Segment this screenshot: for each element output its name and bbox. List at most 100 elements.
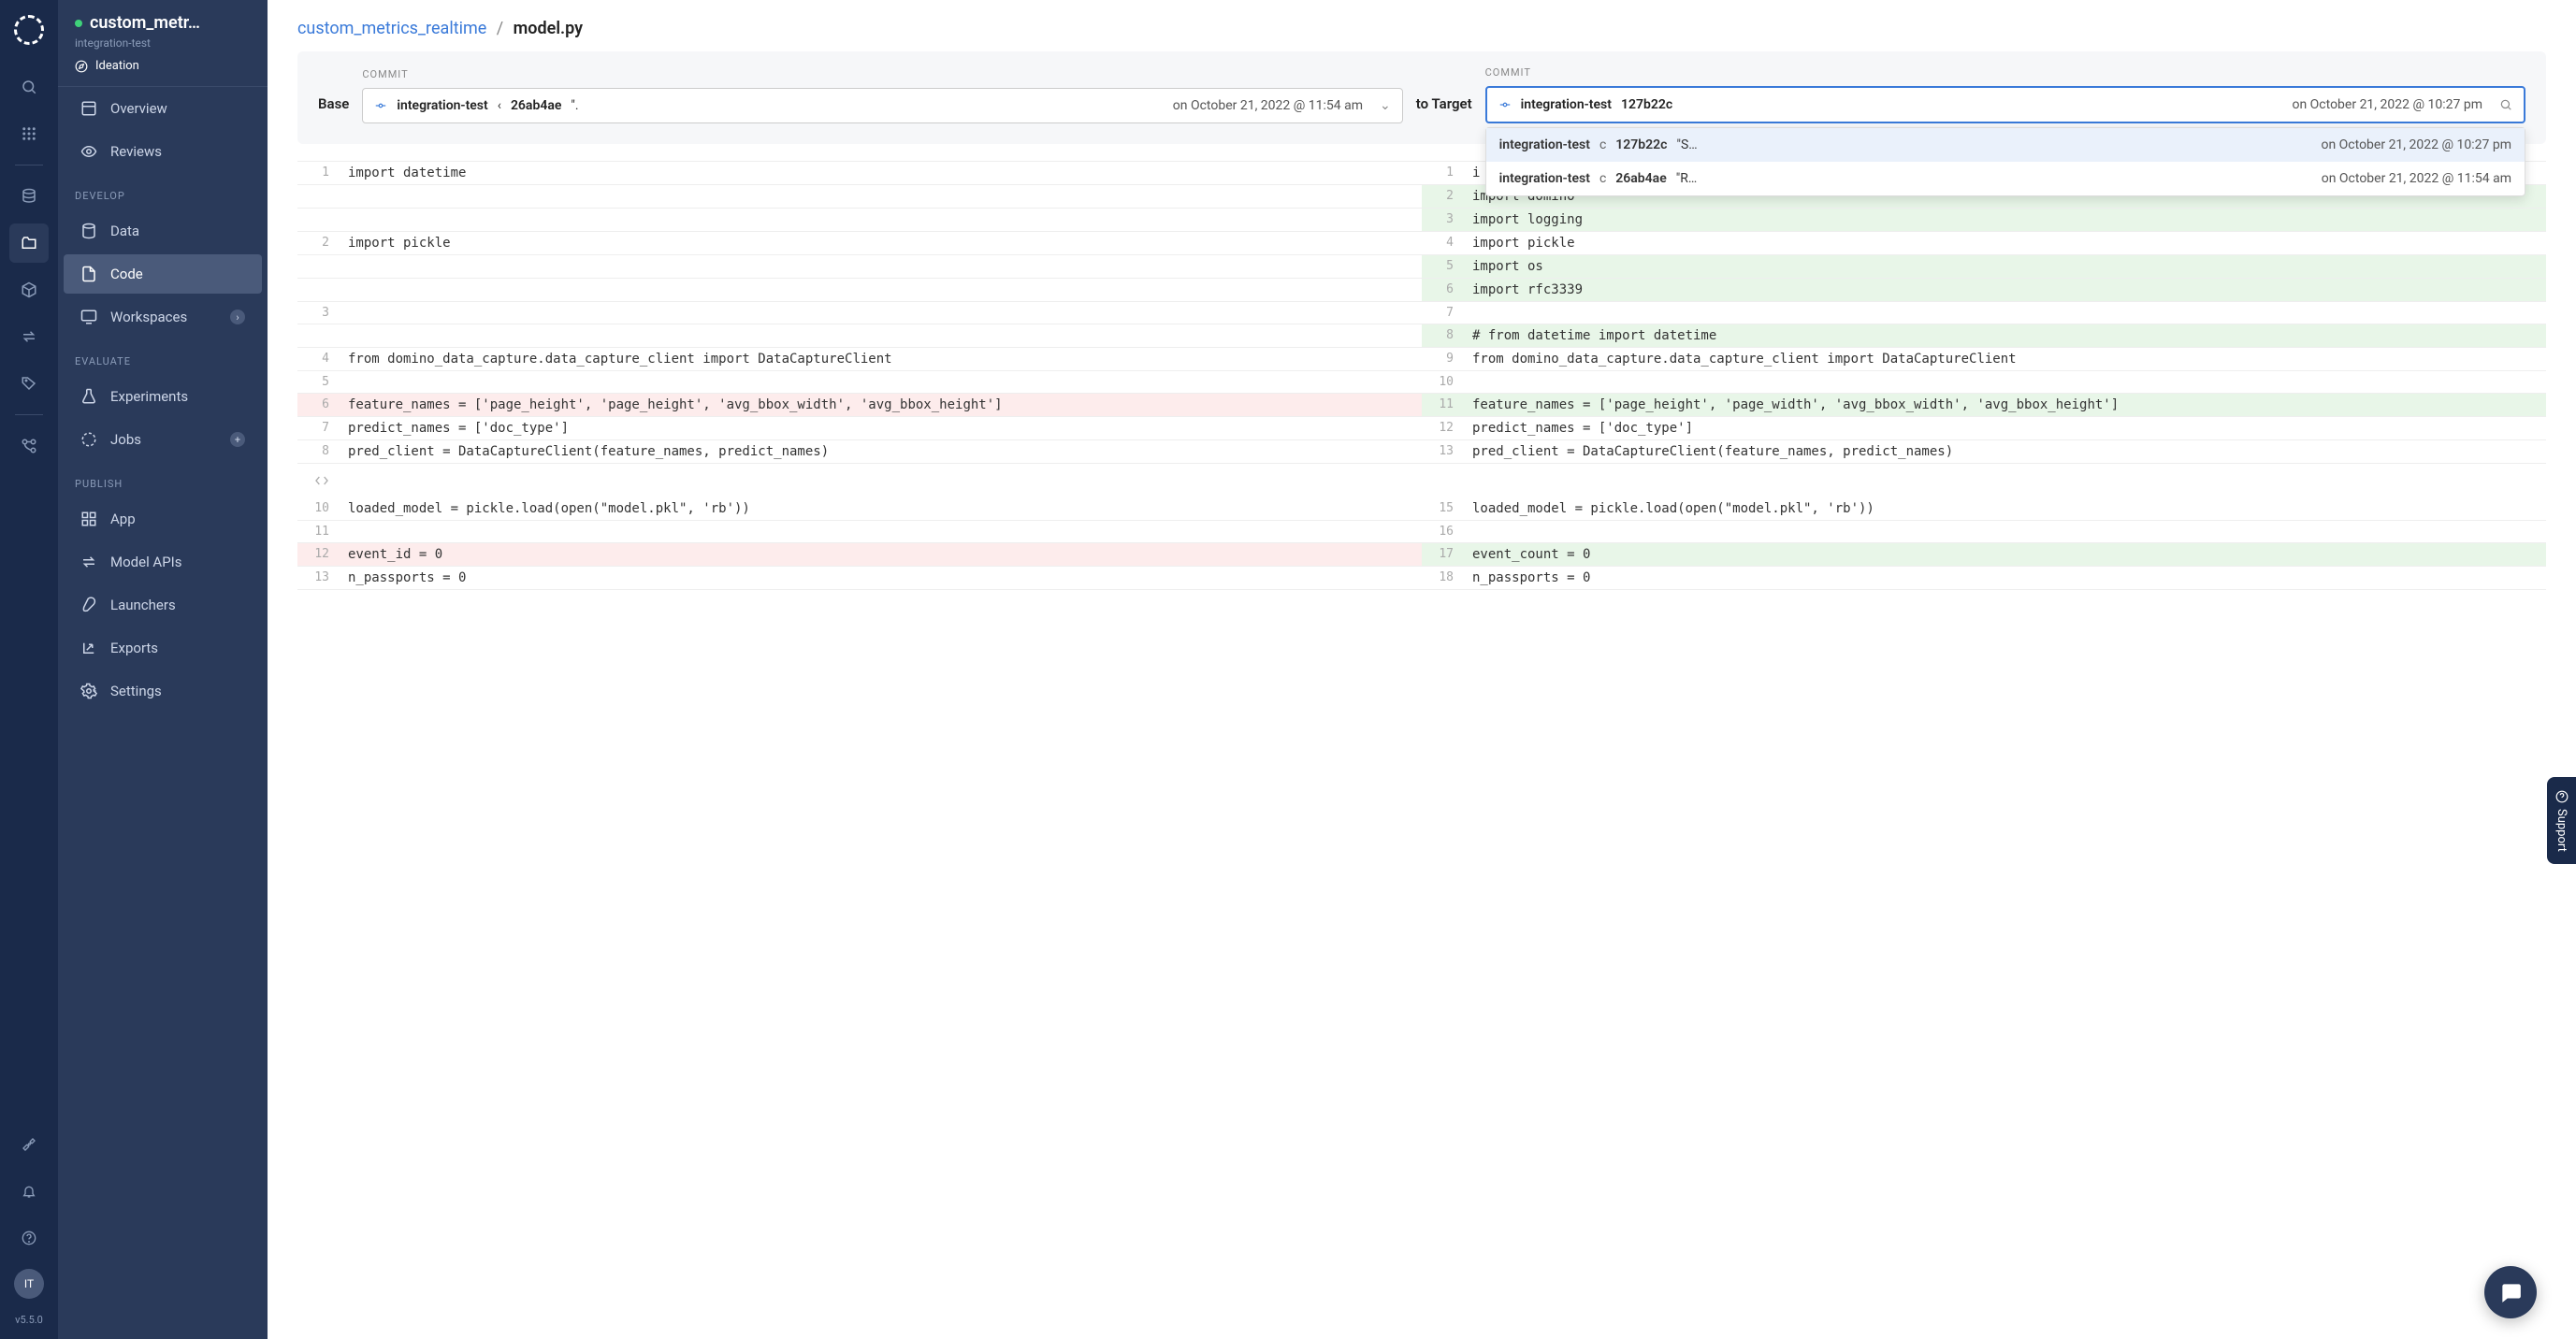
sidebar-item-code[interactable]: Code [64,254,262,294]
breadcrumb-sep: / [497,19,503,38]
base-side: COMMIT integration-test ‹ 26ab4ae ". on … [362,68,1402,123]
sidebar-item-settings[interactable]: Settings [64,671,262,711]
sidebar-label: Code [110,266,143,282]
chevron-right-icon: › [230,310,245,324]
diff-left: 13 n_passports = 0 [297,567,1422,589]
code-line: import logging [1463,209,2546,231]
graph-icon[interactable] [9,426,49,466]
search-icon[interactable] [9,67,49,107]
commit-label: COMMIT [1485,66,2525,79]
code-line [339,279,1422,301]
dropdown-item[interactable]: integration-test c 127b22c "S… on Octobe… [1486,128,2525,162]
line-number: 2 [1422,185,1463,208]
sidebar-item-reviews[interactable]: Reviews [64,132,262,171]
diff-left: 4 from domino_data_capture.data_capture_… [297,348,1422,370]
target-hash: 127b22c [1621,97,1672,112]
diff-row: 3 import logging [297,209,2546,232]
logo-icon[interactable] [14,15,44,45]
base-label: Base [318,95,349,123]
code-line: import os [1463,255,2546,278]
diff-row: 3 7 [297,302,2546,324]
support-tab[interactable]: Support [2547,777,2576,865]
dropdown-item[interactable]: integration-test c 26ab4ae "R… on Octobe… [1486,162,2525,195]
wrench-icon[interactable] [9,1125,49,1164]
diff-row: 11 16 [297,521,2546,543]
sidebar-item-launchers[interactable]: Launchers [64,585,262,625]
chevron-down-icon: ⌄ [1380,98,1391,113]
diff-left: 10 loaded_model = pickle.load(open("mode… [297,497,1422,520]
database-icon [80,223,97,239]
code-line [1463,371,2546,393]
main-content: custom_metrics_realtime / model.py Base … [268,0,2576,1339]
bell-icon[interactable] [9,1172,49,1211]
plus-icon[interactable]: + [230,432,245,447]
diff-row: 10 loaded_model = pickle.load(open("mode… [297,497,2546,521]
base-commit-select[interactable]: integration-test ‹ 26ab4ae ". on October… [362,88,1402,123]
sidebar-item-model-apis[interactable]: Model APIs [64,542,262,582]
base-hash: 26ab4ae [511,98,561,113]
overview-icon [80,100,97,117]
spinner-icon [80,431,97,448]
line-number: 11 [1422,394,1463,416]
status-dot-icon [75,20,82,27]
diff-row: 2 import pickle 4 import pickle [297,232,2546,255]
diff-row: 5 10 [297,371,2546,394]
code-line: import pickle [339,232,1422,254]
swap-icon[interactable] [9,317,49,356]
cube-icon[interactable] [9,270,49,310]
sidebar-item-experiments[interactable]: Experiments [64,377,262,416]
file-icon [80,266,97,282]
line-number: 16 [1422,521,1463,542]
sidebar-item-overview[interactable]: Overview [64,89,262,128]
line-number [297,255,339,278]
apps-icon[interactable] [9,114,49,153]
diff-row: 6 feature_names = ['page_height', 'page_… [297,394,2546,417]
avatar[interactable]: IT [14,1269,44,1299]
diff-row: 7 predict_names = ['doc_type'] 12 predic… [297,417,2546,440]
monitor-icon [80,309,97,325]
code-line: import rfc3339 [1463,279,2546,301]
support-label: Support [2554,809,2569,852]
breadcrumb-current: model.py [514,19,583,38]
diff-right: 5 import os [1422,255,2546,278]
diff-left: 8 pred_client = DataCaptureClient(featur… [297,440,1422,463]
sidebar-label: Jobs [110,431,141,448]
sidebar-item-workspaces[interactable]: Workspaces › [64,297,262,337]
expand-button[interactable] [305,469,339,492]
gear-icon [80,683,97,699]
tag-icon[interactable] [9,364,49,403]
line-number: 7 [1422,302,1463,324]
line-number: 8 [297,440,339,463]
sidebar-item-data[interactable]: Data [64,211,262,251]
swap-icon [80,554,97,570]
diff-right: 15 loaded_model = pickle.load(open("mode… [1422,497,2546,520]
line-number: 11 [297,521,339,542]
target-date: on October 21, 2022 @ 10:27 pm [2292,97,2482,112]
target-commit-select[interactable]: integration-test 127b22c on October 21, … [1485,86,2525,123]
code-line: feature_names = ['page_height', 'page_he… [339,394,1422,416]
line-number [297,279,339,301]
project-phase[interactable]: Ideation [75,59,251,73]
breadcrumb-link[interactable]: custom_metrics_realtime [297,19,486,38]
help-icon[interactable] [9,1218,49,1258]
section-publish: PUBLISH [58,461,268,497]
search-icon[interactable] [2499,98,2512,111]
divider [15,165,43,166]
sidebar-label: Data [110,223,139,239]
sidebar-item-app[interactable]: App [64,499,262,539]
chat-button[interactable] [2484,1266,2537,1318]
folder-icon[interactable] [9,223,49,263]
diff-left [297,185,1422,208]
line-number: 10 [297,497,339,520]
sidebar-item-jobs[interactable]: Jobs + [64,420,262,459]
database-icon[interactable] [9,177,49,216]
code-line: # from datetime import datetime [1463,324,2546,347]
code-line: loaded_model = pickle.load(open("model.p… [339,497,1422,520]
line-number: 18 [1422,567,1463,589]
line-number: 4 [1422,232,1463,254]
code-line: n_passports = 0 [339,567,1422,589]
line-number: 13 [1422,440,1463,463]
line-number: 10 [1422,371,1463,393]
sidebar-item-exports[interactable]: Exports [64,628,262,668]
diff-right: 16 [1422,521,2546,542]
